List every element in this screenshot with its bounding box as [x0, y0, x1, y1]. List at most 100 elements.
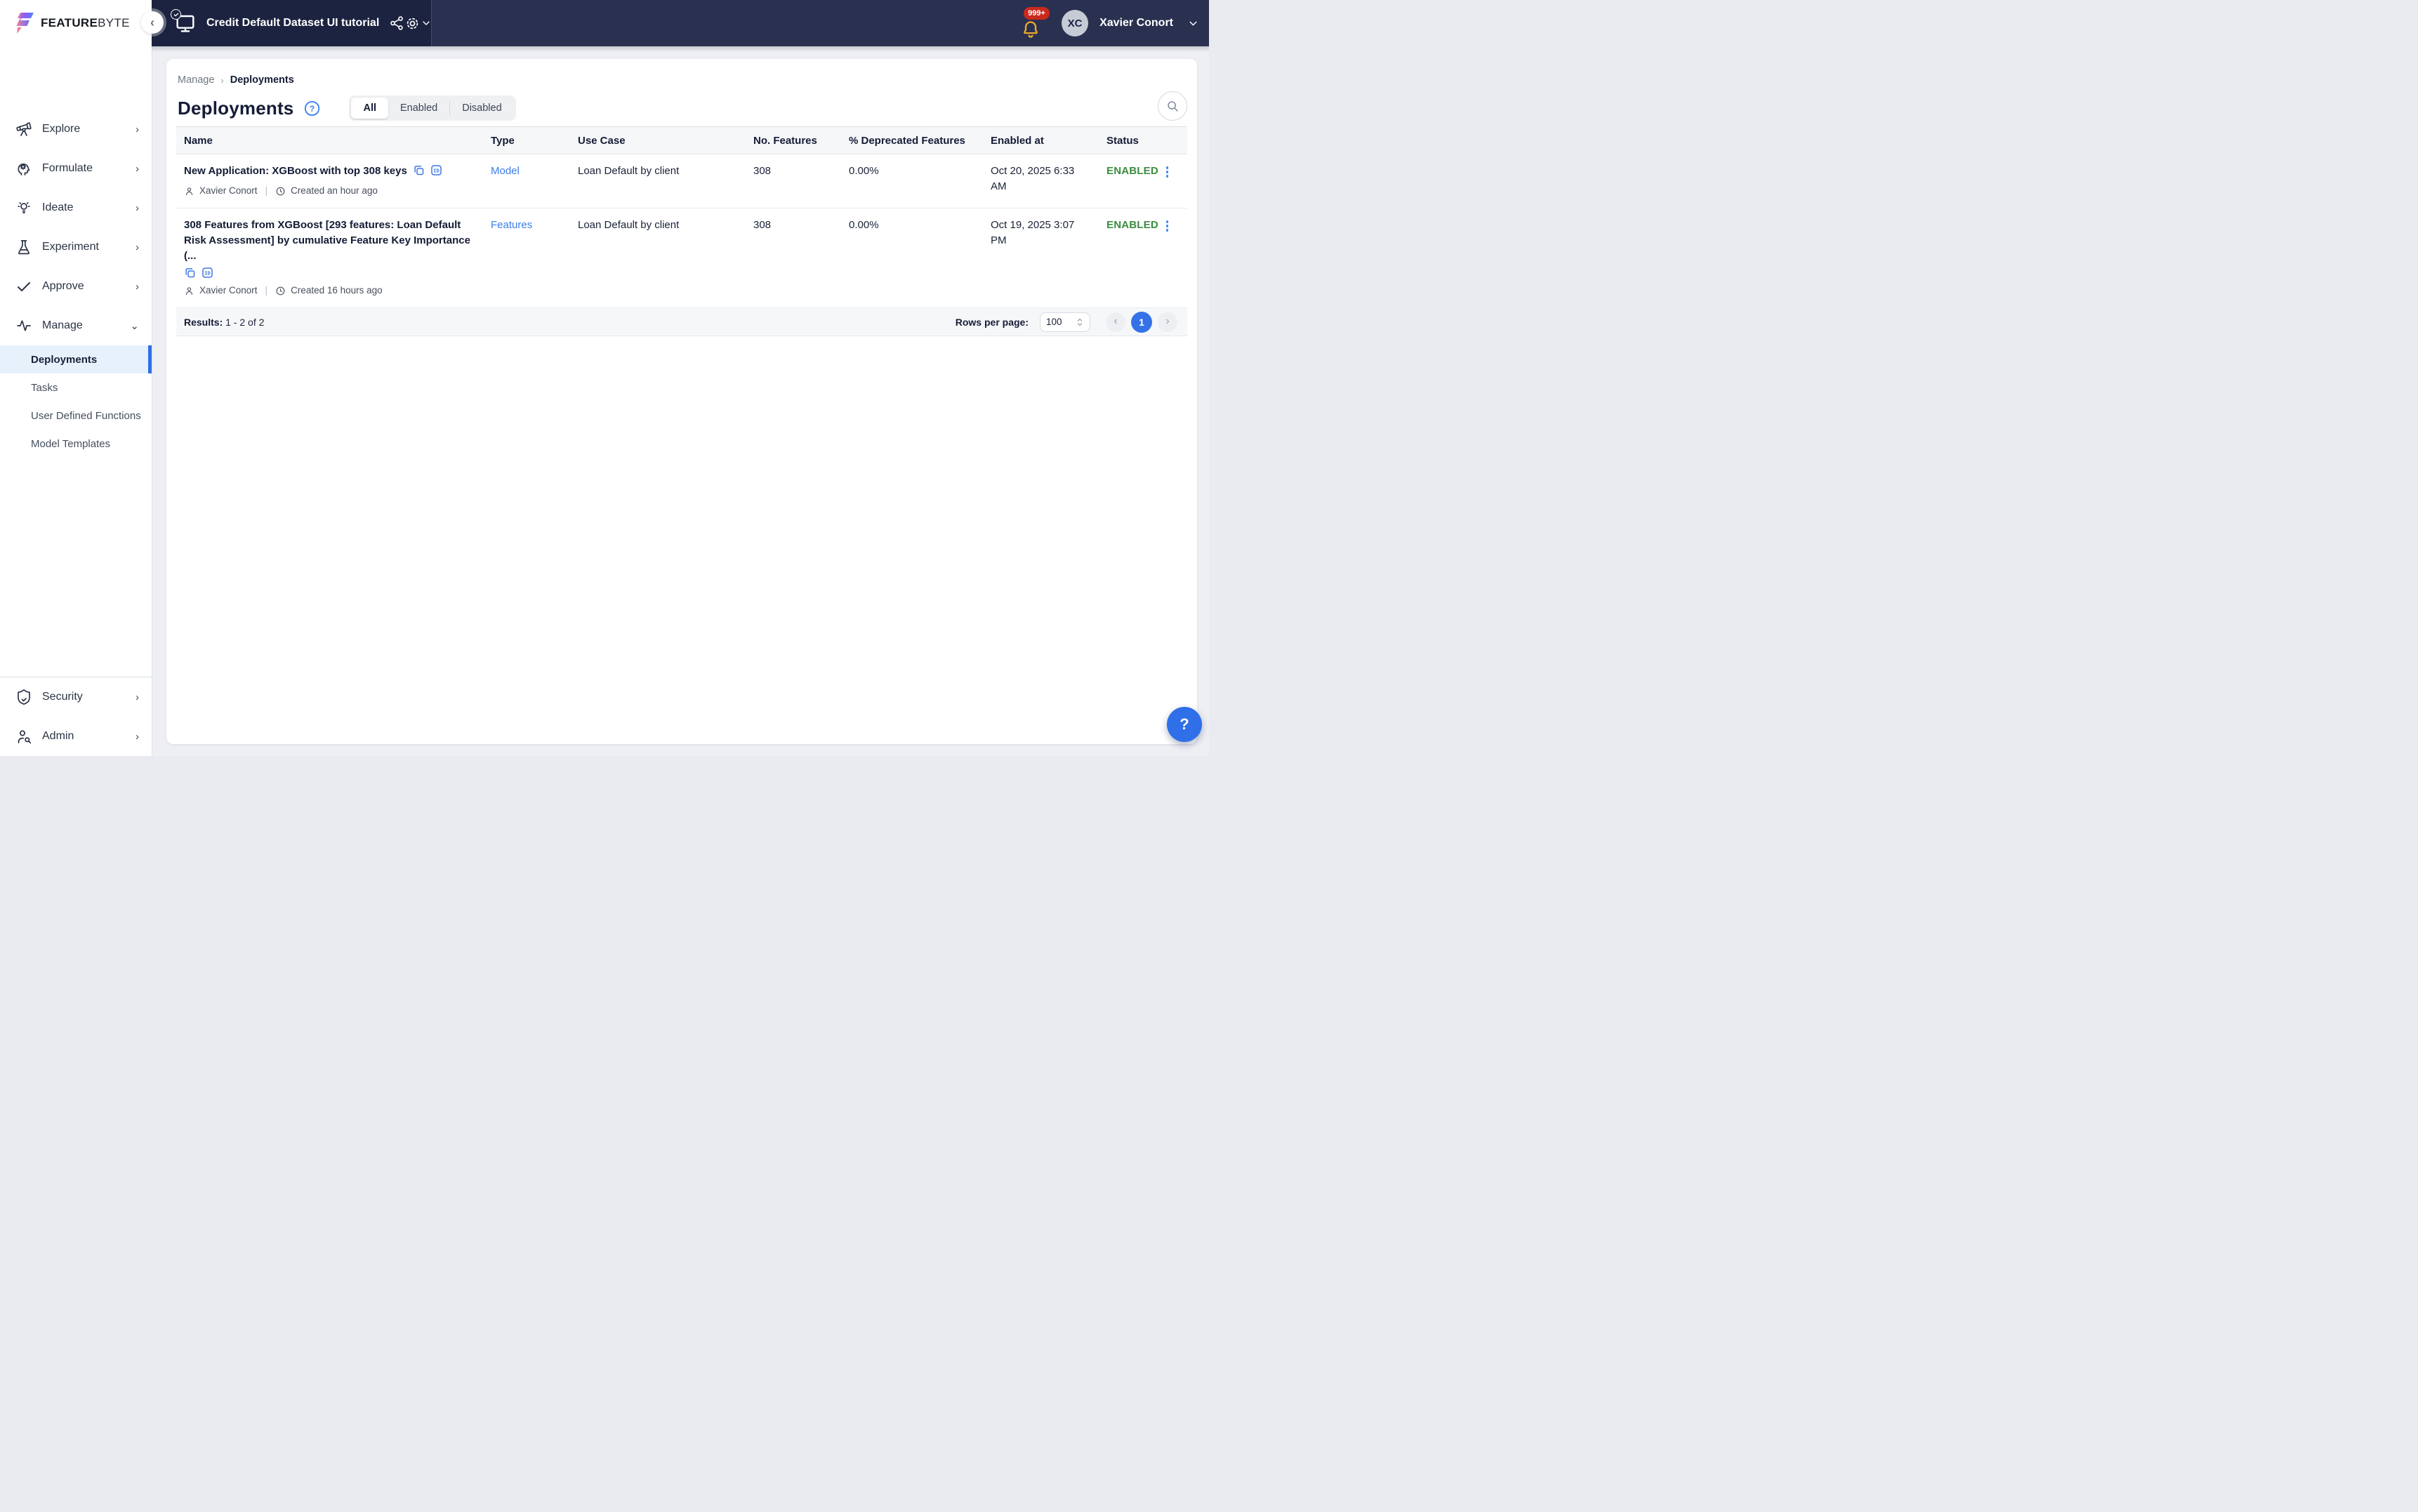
tab-disabled[interactable]: Disabled: [450, 98, 513, 119]
settings-gear-icon[interactable]: [404, 13, 421, 34]
row-owner: Xavier Conort: [199, 185, 258, 196]
notification-count-badge: 999+: [1024, 7, 1050, 20]
svg-text:?: ?: [310, 103, 315, 113]
sidebar-item-model-templates[interactable]: Model Templates: [0, 430, 152, 458]
sidebar-item-label: Approve: [42, 280, 84, 292]
row-meta: Xavier Conort | Created 16 hours ago: [184, 283, 473, 298]
column-header-type: Type: [491, 134, 515, 147]
tab-enabled[interactable]: Enabled: [388, 98, 449, 119]
project-title[interactable]: Credit Default Dataset UI tutorial: [206, 17, 379, 29]
sidebar-item-label: Security: [42, 691, 83, 703]
sidebar-item-approve[interactable]: Approve ›: [0, 267, 152, 306]
status-badge: ENABLED: [1106, 165, 1158, 177]
select-stepper-icon: [1077, 318, 1083, 326]
search-button[interactable]: [1158, 91, 1187, 121]
catalog-monitor-icon: [171, 9, 197, 34]
svg-text:ID: ID: [204, 271, 211, 277]
rows-per-page-select[interactable]: 100: [1040, 312, 1090, 332]
user-icon: [185, 286, 193, 295]
sidebar-item-explore[interactable]: Explore ›: [0, 110, 152, 149]
sidebar-item-deployments[interactable]: Deployments: [0, 345, 152, 373]
previous-page-button[interactable]: ‹: [1106, 312, 1125, 332]
page-title: Deployments: [178, 97, 294, 119]
shield-check-icon: [15, 689, 32, 705]
type-link[interactable]: Features: [491, 219, 532, 231]
meta-divider: |: [265, 285, 268, 296]
sidebar-item-experiment[interactable]: Experiment ›: [0, 227, 152, 267]
page-number-button[interactable]: 1: [1131, 311, 1152, 333]
deployment-name[interactable]: New Application: XGBoost with top 308 ke…: [184, 165, 407, 177]
sidebar-item-label: Manage: [42, 319, 83, 331]
type-link[interactable]: Model: [491, 165, 520, 177]
sidebar-item-user-defined-functions[interactable]: User Defined Functions: [0, 402, 152, 430]
table-row[interactable]: New Application: XGBoost with top 308 ke…: [176, 154, 1187, 208]
cell-use-case: Loan Default by client: [578, 165, 680, 177]
cell-pct-deprecated: 0.00%: [849, 165, 879, 177]
manage-submenu: Deployments Tasks User Defined Functions…: [0, 345, 152, 458]
pagination: ‹ 1 ›: [1106, 311, 1177, 333]
deployment-name[interactable]: 308 Features from XGBoost [293 features:…: [184, 219, 470, 262]
user-menu-chevron-icon[interactable]: [1187, 18, 1199, 29]
floating-help-button[interactable]: ?: [1167, 707, 1202, 742]
copy-name-icon[interactable]: [184, 267, 196, 279]
sidebar-item-ideate[interactable]: Ideate ›: [0, 188, 152, 227]
top-bar-right: 999+ XC Xavier Conort: [1019, 0, 1199, 46]
search-icon: [1168, 101, 1178, 112]
share-icon[interactable]: [389, 13, 404, 34]
featurebyte-wordmark: FEATUREBYTE: [41, 16, 130, 29]
row-menu-kebab-icon[interactable]: [1164, 218, 1171, 234]
table-row[interactable]: 308 Features from XGBoost [293 features:…: [176, 208, 1187, 308]
copy-name-icon[interactable]: [413, 164, 425, 176]
cell-name: 308 Features from XGBoost [293 features:…: [176, 208, 483, 307]
notifications-bell-icon[interactable]: 999+: [1019, 6, 1052, 41]
column-header-use-case: Use Case: [578, 134, 626, 147]
user-icon: [185, 187, 193, 195]
column-header-enabled-at: Enabled at: [991, 134, 1044, 147]
copy-id-icon[interactable]: ID: [202, 267, 213, 279]
cell-status: ENABLED: [1099, 208, 1187, 307]
sidebar-item-security[interactable]: Security ›: [0, 677, 152, 717]
main-content-card: Manage › Deployments Deployments ? All E…: [166, 59, 1197, 744]
sidebar-item-manage[interactable]: Manage ⌄: [0, 306, 152, 345]
sidebar-bottom-nav: Security › Admin ›: [0, 677, 152, 756]
cell-enabled-at: Oct 19, 2025 3:07 PM: [991, 219, 1075, 246]
sidebar-collapse-button[interactable]: ‹: [141, 11, 164, 34]
chevron-right-icon: ›: [136, 123, 139, 135]
column-header-name: Name: [184, 134, 213, 147]
rows-per-page-label: Rows per page:: [955, 316, 1029, 328]
cell-pct-deprecated: 0.00%: [849, 219, 879, 231]
cell-name: New Application: XGBoost with top 308 ke…: [176, 154, 483, 208]
cell-no-features: 308: [753, 219, 772, 231]
results-count: Results: 1 - 2 of 2: [184, 316, 265, 328]
featurebyte-logo-icon: [16, 13, 34, 34]
sidebar-item-formulate[interactable]: Formulate ›: [0, 149, 152, 188]
project-chevron-down-icon[interactable]: [421, 13, 432, 34]
chevron-right-icon: ›: [136, 241, 139, 253]
row-created: Created an hour ago: [291, 185, 378, 196]
user-avatar[interactable]: XC: [1062, 10, 1089, 37]
sidebar-item-label: Experiment: [42, 241, 99, 253]
help-question-icon[interactable]: ?: [303, 100, 321, 117]
lightbulb-icon: [15, 199, 32, 216]
copy-id-icon[interactable]: ID: [430, 164, 442, 176]
deployments-table: Name Type Use Case No. Features % Deprec…: [176, 126, 1187, 336]
row-meta: Xavier Conort | Created an hour ago: [184, 183, 473, 199]
sidebar-item-admin[interactable]: Admin ›: [0, 717, 152, 756]
next-page-button[interactable]: ›: [1158, 312, 1177, 332]
sidebar-item-label: Ideate: [42, 201, 74, 213]
column-header-status: Status: [1106, 134, 1139, 147]
tab-all[interactable]: All: [351, 98, 388, 119]
breadcrumb-parent[interactable]: Manage: [178, 74, 214, 86]
status-badge: ENABLED: [1106, 219, 1158, 231]
page-header: Deployments ? All Enabled Disabled: [178, 95, 516, 121]
row-menu-kebab-icon[interactable]: [1164, 164, 1171, 180]
chevron-right-icon: ›: [136, 730, 139, 743]
featurebyte-logo[interactable]: FEATUREBYTE: [0, 0, 152, 46]
breadcrumb: Manage › Deployments: [178, 74, 294, 86]
sidebar-item-tasks[interactable]: Tasks: [0, 373, 152, 402]
row-owner: Xavier Conort: [199, 285, 258, 296]
clock-icon: [276, 187, 285, 195]
chevron-right-icon: ›: [136, 280, 139, 293]
activity-pulse-icon: [15, 317, 32, 334]
meta-divider: |: [265, 185, 268, 196]
